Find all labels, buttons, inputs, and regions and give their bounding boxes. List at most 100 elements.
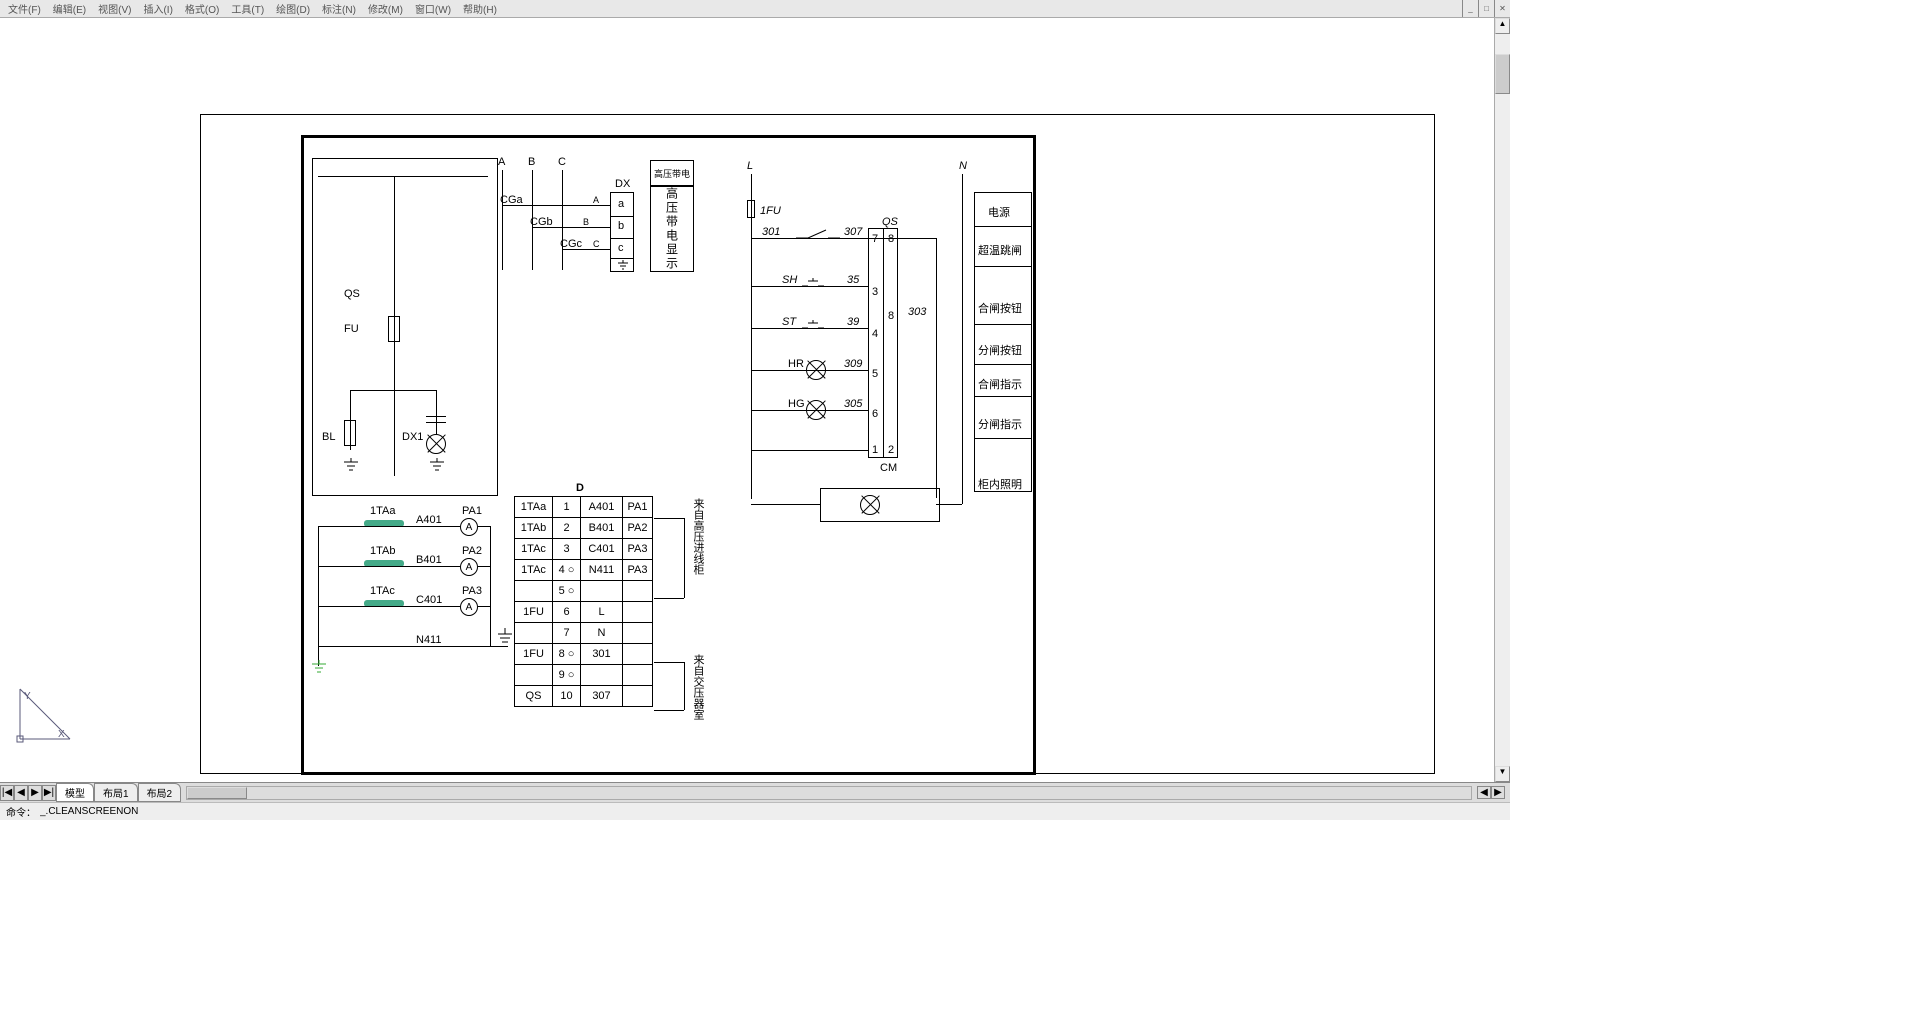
tab-prev[interactable]: ◀ (14, 785, 28, 801)
ground-icon (618, 260, 628, 273)
legend-4: 合闸指示 (978, 376, 1022, 392)
hg: HG (788, 398, 805, 410)
n39: 39 (847, 316, 859, 328)
tab-next[interactable]: ▶ (28, 785, 42, 801)
scroll-thumb-v[interactable] (1495, 54, 1510, 94)
menu-format[interactable]: 格式(O) (185, 1, 219, 16)
amp2: A (460, 558, 478, 576)
hv-body: 高压带电显示 (650, 186, 694, 272)
pushbutton-icon (802, 278, 824, 295)
amp3: A (460, 598, 478, 616)
tab-last[interactable]: ▶| (42, 785, 56, 801)
term-mid (883, 228, 884, 458)
dx1-label: DX1 (402, 431, 423, 443)
amp1: A (460, 518, 478, 536)
td: 1TAa (515, 497, 553, 518)
scroll-up-button[interactable]: ▲ (1495, 18, 1510, 34)
scroll-thumb-h[interactable] (187, 787, 247, 799)
td: 10 (553, 686, 581, 707)
pa1: PA1 (462, 505, 482, 517)
tab-layout2[interactable]: 布局2 (138, 783, 182, 802)
minimize-button[interactable]: _ (1462, 0, 1478, 17)
menu-dimension[interactable]: 标注(N) (322, 1, 356, 16)
cabinet-light (820, 488, 940, 522)
gnd-dx1 (430, 458, 444, 475)
tab-nav: |◀ ◀ ▶ ▶| (0, 785, 56, 801)
command-bar: 命令： (0, 802, 1510, 820)
dx-c: c (618, 242, 624, 254)
menu-file[interactable]: 文件(F) (8, 1, 41, 16)
t1: 1 (872, 444, 878, 456)
close-button[interactable]: ✕ (1494, 0, 1510, 17)
menu-tools[interactable]: 工具(T) (231, 1, 264, 16)
cm: CM (880, 462, 897, 474)
w-a (318, 526, 460, 527)
scroll-down-button[interactable]: ▼ (1495, 766, 1510, 782)
menu-edit[interactable]: 编辑(E) (53, 1, 86, 16)
command-input[interactable] (40, 806, 1504, 817)
ldiv2 (974, 324, 1032, 325)
ta-a: 1TAa (370, 505, 395, 517)
wire-c (562, 249, 610, 250)
td: 7 (553, 623, 581, 644)
scrollbar-vertical[interactable]: ▲ ▼ (1494, 18, 1510, 782)
tab-first[interactable]: |◀ (0, 785, 14, 801)
brk-v2 (684, 662, 685, 710)
gnd-ct (312, 660, 326, 677)
menu-modify[interactable]: 修改(M) (368, 1, 403, 16)
ta-c: 1TAc (370, 585, 395, 597)
maximize-button[interactable]: □ (1478, 0, 1494, 17)
td: 1TAb (515, 518, 553, 539)
ldiv5 (974, 438, 1032, 439)
legend-0: 电源 (988, 204, 1010, 220)
menu-help[interactable]: 帮助(H) (463, 1, 497, 16)
app-window: 文件(F) 编辑(E) 视图(V) 插入(I) 格式(O) 工具(T) 绘图(D… (0, 0, 1510, 820)
ar3 (478, 606, 490, 607)
t2: 2 (888, 444, 894, 456)
fu-label: FU (344, 323, 359, 335)
menu-draw[interactable]: 绘图(D) (276, 1, 310, 16)
tab-layout1[interactable]: 布局1 (94, 783, 138, 802)
phase-b: B (528, 156, 535, 168)
pa3: PA3 (462, 585, 482, 597)
drawing-canvas[interactable]: A B C CGa CGb CGc A B C DX a (0, 18, 1494, 782)
t88: 8 (888, 310, 894, 322)
td: 6 (553, 602, 581, 623)
w-c (318, 606, 460, 607)
w-bot (751, 450, 868, 451)
svg-text:Y: Y (24, 691, 31, 702)
menu-insert[interactable]: 插入(I) (143, 1, 172, 16)
legend-5: 分闸指示 (978, 416, 1022, 432)
left-common (318, 526, 319, 666)
td (623, 623, 653, 644)
scroll-right-button[interactable]: ▶ (1491, 786, 1505, 799)
td: 3 (553, 539, 581, 560)
n305: 305 (844, 398, 862, 410)
brk-v1 (684, 518, 685, 598)
w-n (318, 646, 508, 647)
scrollbar-horizontal[interactable] (186, 786, 1472, 800)
legend-2: 合闸按钮 (978, 300, 1022, 316)
w-cab-l (751, 504, 820, 505)
scroll-left-button[interactable]: ◀ (1477, 786, 1491, 799)
td: N411 (581, 560, 623, 581)
tab-model[interactable]: 模型 (56, 783, 94, 802)
menu-view[interactable]: 视图(V) (98, 1, 131, 16)
td (623, 686, 653, 707)
ldiv4 (974, 396, 1032, 397)
td: PA1 (623, 497, 653, 518)
td (515, 623, 553, 644)
legend-6: 柜内照明 (978, 476, 1022, 492)
bus-c (562, 170, 563, 270)
branch-line (350, 390, 436, 391)
dx-cbig: C (593, 239, 600, 249)
dx1-line (436, 390, 437, 434)
bl-label: BL (322, 431, 335, 443)
canvas-wrap: A B C CGa CGb CGc A B C DX a (0, 18, 1510, 782)
td (623, 644, 653, 665)
td: 307 (581, 686, 623, 707)
L: L (747, 160, 753, 172)
menu-window[interactable]: 窗口(W) (415, 1, 451, 16)
menu-bar: 文件(F) 编辑(E) 视图(V) 插入(I) 格式(O) 工具(T) 绘图(D… (0, 0, 1510, 18)
pa2: PA2 (462, 545, 482, 557)
